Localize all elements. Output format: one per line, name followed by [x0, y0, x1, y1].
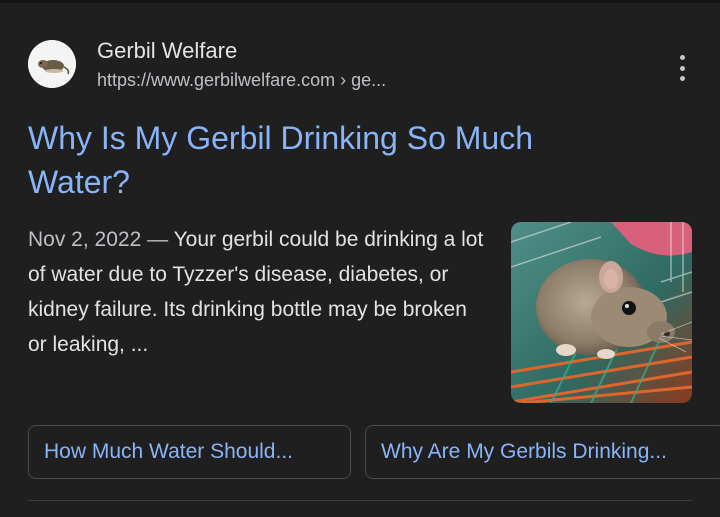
- gerbil-logo-icon[interactable]: [28, 40, 76, 88]
- kebab-dot: [679, 55, 685, 60]
- date-separator: —: [147, 228, 169, 251]
- kebab-dot: [679, 65, 685, 71]
- related-chip-2[interactable]: Why Are My Gerbils Drinking...: [365, 425, 720, 479]
- result-thumbnail[interactable]: [511, 222, 692, 403]
- result-title-link[interactable]: Why Is My Gerbil Drinking So Much Water?: [28, 116, 628, 204]
- more-vert-icon[interactable]: [670, 53, 694, 83]
- result-snippet: Nov 2, 2022 — Your gerbil could be drink…: [28, 222, 488, 362]
- kebab-dot: [679, 76, 685, 81]
- site-url[interactable]: https://www.gerbilwelfare.com › ge...: [97, 70, 386, 91]
- related-chip-1[interactable]: How Much Water Should...: [28, 425, 351, 479]
- result-date: Nov 2, 2022: [28, 228, 142, 251]
- bottom-divider: [28, 500, 692, 501]
- search-result-card: Gerbil Welfare https://www.gerbilwelfare…: [0, 3, 720, 517]
- site-name[interactable]: Gerbil Welfare: [97, 38, 237, 64]
